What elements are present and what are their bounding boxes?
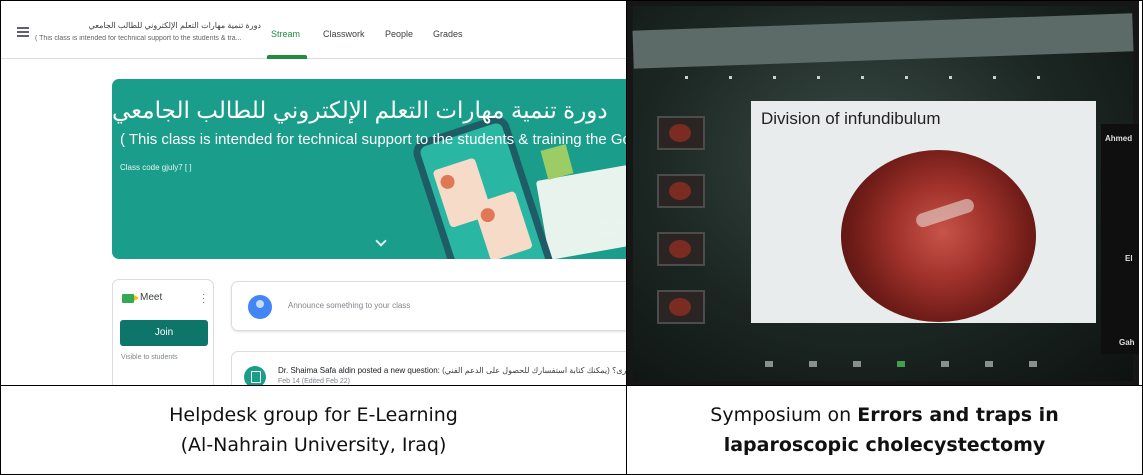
announce-placeholder: Announce something to your class: [288, 301, 411, 310]
reactions-icon[interactable]: [1029, 361, 1037, 367]
record-icon[interactable]: [985, 361, 993, 367]
post-date: Feb 14 (Edited Feb 22): [278, 378, 350, 385]
slide-thumbnails: [657, 116, 713, 336]
tab-stream[interactable]: Stream: [271, 29, 300, 39]
question-icon: [244, 366, 266, 385]
zoom-video-screenshot: Division of infundibulum Ahmed El Gah: [627, 1, 1139, 385]
share-screen-icon[interactable]: [897, 361, 905, 367]
class-banner: دورة تنمية مهارات التعلم الإلكتروني للطا…: [112, 79, 626, 259]
slide-thumbnail[interactable]: [657, 116, 705, 150]
left-caption-line2: (Al-Nahrain University, Iraq): [180, 434, 447, 456]
left-caption: Helpdesk group for E-Learning (Al-Nahrai…: [0, 385, 627, 475]
participant-gallery: Ahmed El Gah: [1101, 124, 1139, 354]
participant-name: Ahmed: [1105, 134, 1133, 143]
right-caption: Symposium on Errors and traps in laparos…: [626, 385, 1143, 475]
window-title-bar: [632, 13, 1134, 69]
tab-grades[interactable]: Grades: [433, 29, 463, 39]
slide-thumbnail[interactable]: [657, 174, 705, 208]
chevron-down-icon[interactable]: [375, 235, 387, 247]
active-tab-indicator: [267, 55, 307, 59]
banner-subtitle: ( This class is intended for technical s…: [120, 131, 626, 148]
phone-card: [472, 190, 534, 259]
camera-icon[interactable]: [809, 361, 817, 367]
post-author-line: Dr. Shaima Safa aldin posted a new quest…: [278, 366, 626, 375]
avatar: [248, 295, 272, 319]
meet-label: Meet: [140, 292, 163, 303]
left-image-cell: دورة تنمية مهارات التعلم الإلكتروني للطا…: [0, 0, 627, 386]
stream-post[interactable]: Dr. Shaima Safa aldin posted a new quest…: [231, 351, 626, 385]
chat-icon[interactable]: [941, 361, 949, 367]
participant-name: El: [1125, 254, 1133, 263]
laparoscopic-video: [841, 150, 1036, 322]
right-image-cell: Division of infundibulum Ahmed El Gah: [626, 0, 1143, 386]
class-name-arabic: دورة تنمية مهارات التعلم الإلكتروني للطا…: [88, 21, 261, 30]
class-section: ( This class is intended for technical s…: [35, 35, 242, 42]
left-caption-line1: Helpdesk group for E-Learning: [169, 404, 458, 426]
banner-title: دورة تنمية مهارات التعلم الإلكتروني للطا…: [112, 97, 608, 123]
right-caption-line2: laparoscopic cholecystectomy: [723, 434, 1046, 456]
mic-icon[interactable]: [765, 361, 773, 367]
meet-video-icon: [122, 294, 139, 303]
banner-side-note: Select the Upload ph: [598, 221, 626, 237]
google-classroom-screenshot: دورة تنمية مهارات التعلم الإلكتروني للطا…: [1, 1, 626, 385]
meeting-controls: [765, 361, 1065, 375]
slide-thumbnail[interactable]: [657, 232, 705, 266]
video-screen: Division of infundibulum Ahmed El Gah: [632, 6, 1139, 381]
class-code[interactable]: Class code gjuly7 [ ]: [120, 163, 192, 172]
announce-box[interactable]: Announce something to your class: [231, 281, 626, 331]
hamburger-menu-icon[interactable]: [17, 27, 29, 37]
classroom-top-bar: دورة تنمية مهارات التعلم الإلكتروني للطا…: [1, 1, 626, 59]
tab-classwork[interactable]: Classwork: [323, 29, 365, 39]
tab-people[interactable]: People: [385, 29, 413, 39]
visibility-note: Visible to students: [121, 354, 178, 361]
figure-table: دورة تنمية مهارات التعلم الإلكتروني للطا…: [0, 0, 1143, 475]
participant-name: Gah: [1119, 338, 1135, 347]
right-caption-line1: Symposium on Errors and traps in: [710, 404, 1059, 426]
join-button[interactable]: Join: [120, 320, 208, 346]
slide-title: Division of infundibulum: [761, 109, 941, 128]
slide-thumbnail[interactable]: [657, 290, 705, 324]
more-options-icon[interactable]: · · ·: [202, 290, 205, 308]
meet-card: Meet · · · Join Visible to students: [112, 279, 214, 385]
participants-icon[interactable]: [853, 361, 861, 367]
